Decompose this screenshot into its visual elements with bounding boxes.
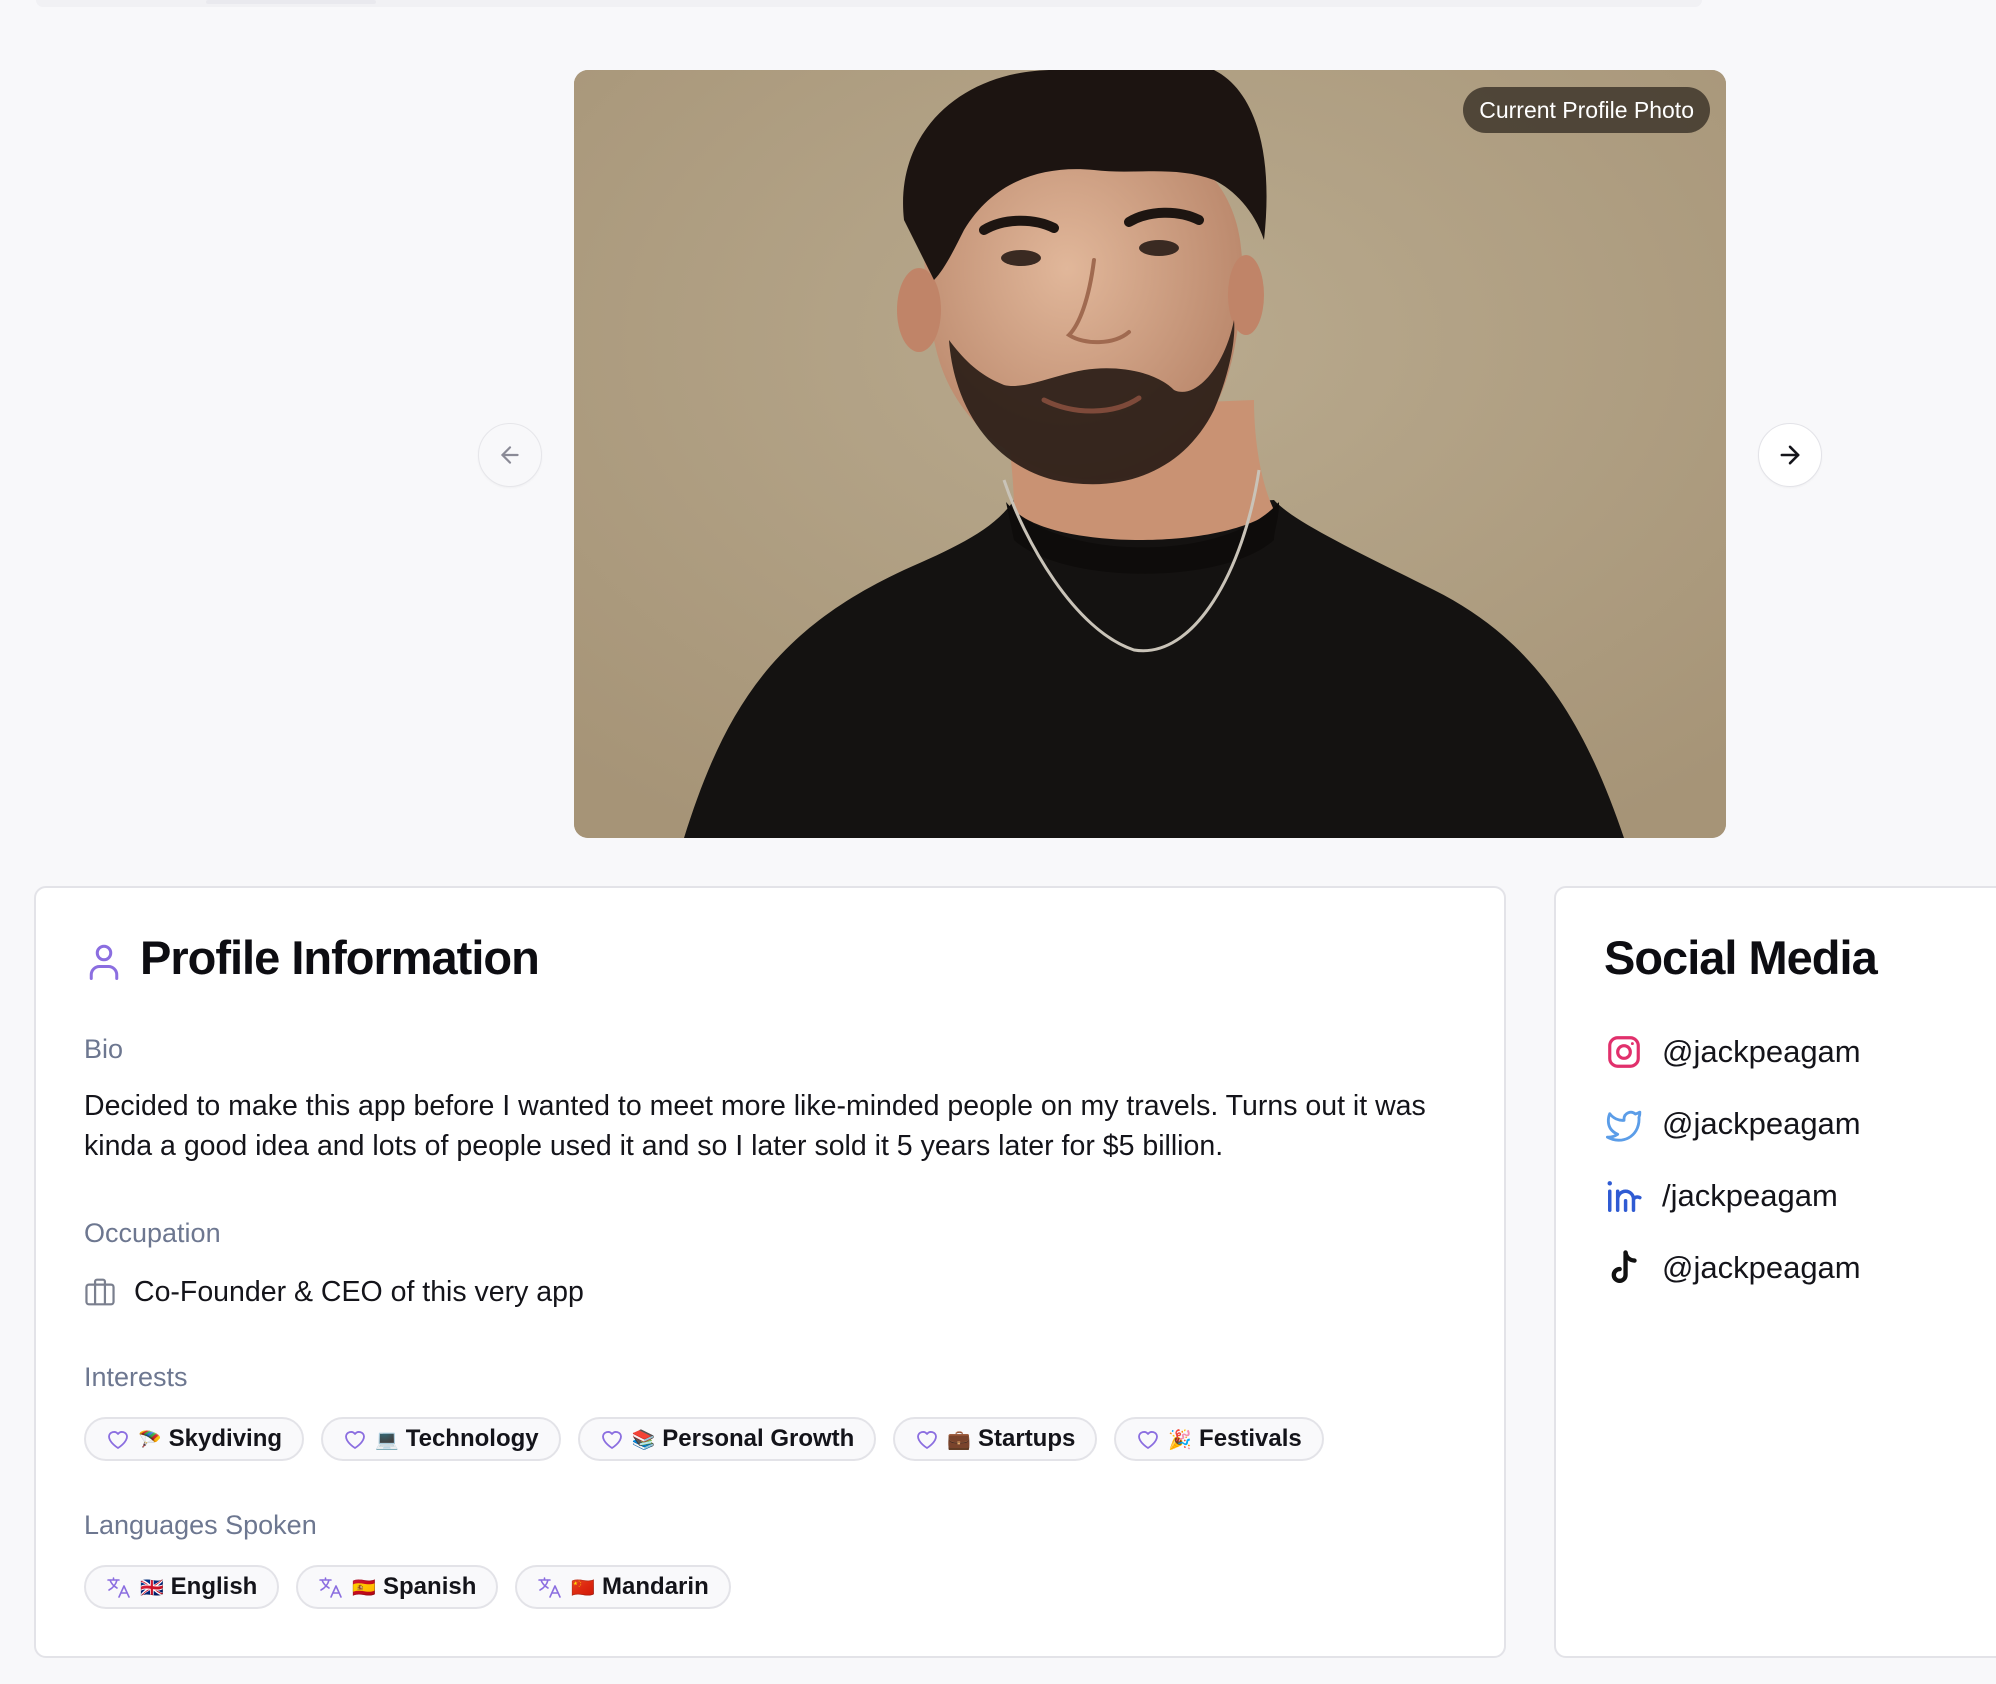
language-chip[interactable]: 🇬🇧 English: [84, 1565, 280, 1609]
social-item-tiktok[interactable]: @jackpeagam: [1604, 1246, 1861, 1290]
social-media-card: Social Media @jackpeagam @jackpeagam /ja…: [1554, 886, 1996, 1658]
tiktok-icon: [1604, 1248, 1644, 1288]
arrow-left-icon: [501, 446, 519, 464]
profile-information-title: Profile Information: [140, 931, 540, 984]
profile-photo-image: [574, 70, 1726, 838]
interest-label: Festivals: [1199, 1425, 1302, 1452]
uk-flag-icon: 🇬🇧: [140, 1576, 164, 1599]
twitter-handle: @jackpeagam: [1662, 1106, 1861, 1141]
language-label: English: [170, 1573, 258, 1600]
bio-label: Bio: [84, 1034, 124, 1064]
interest-label: Personal Growth: [662, 1425, 855, 1452]
interest-chip[interactable]: 🪂 Skydiving: [84, 1417, 305, 1461]
interest-label: Skydiving: [168, 1425, 283, 1452]
translate-icon: [318, 1575, 344, 1599]
heart-icon: [106, 1428, 130, 1450]
languages-list: 🇬🇧 English 🇪🇸 Spanish 🇨🇳 Mandarin: [84, 1565, 748, 1609]
heart-icon: [600, 1428, 624, 1450]
social-media-title: Social Media: [1604, 931, 1878, 984]
interest-chip[interactable]: 🎉 Festivals: [1114, 1417, 1324, 1461]
profile-information-card: Profile Information Bio Decided to make …: [34, 886, 1506, 1658]
tiktok-handle: @jackpeagam: [1662, 1250, 1861, 1285]
linkedin-handle: /jackpeagam: [1662, 1178, 1838, 1213]
interests-label: Interests: [84, 1362, 188, 1392]
party-popper-icon: 🎉: [1168, 1428, 1193, 1451]
language-label: Mandarin: [602, 1573, 709, 1600]
language-chip[interactable]: 🇨🇳 Mandarin: [515, 1565, 731, 1609]
china-flag-icon: 🇨🇳: [571, 1576, 596, 1599]
next-photo-button[interactable]: [1758, 423, 1822, 487]
language-label: Spanish: [383, 1573, 477, 1600]
occupation-label: Occupation: [84, 1218, 221, 1248]
languages-label: Languages Spoken: [84, 1510, 317, 1540]
twitter-icon: [1604, 1104, 1644, 1144]
parachute-icon: 🪂: [138, 1428, 162, 1451]
user-icon: [86, 942, 122, 987]
interest-chip[interactable]: 📚 Personal Growth: [577, 1417, 877, 1461]
laptop-icon: 💻: [375, 1428, 399, 1451]
briefcase-icon: [85, 1278, 115, 1306]
interest-label: Technology: [405, 1425, 539, 1452]
social-item-instagram[interactable]: @jackpeagam: [1604, 1030, 1861, 1074]
translate-icon: [106, 1575, 132, 1599]
language-chip[interactable]: 🇪🇸 Spanish: [296, 1565, 499, 1609]
interest-chip[interactable]: 💻 Technology: [321, 1417, 561, 1461]
occupation-text: Co-Founder & CEO of this very app: [134, 1275, 584, 1308]
translate-icon: [537, 1575, 563, 1599]
briefcase-emoji-icon: 💼: [947, 1428, 971, 1451]
heart-icon: [343, 1428, 367, 1450]
current-photo-badge: Current Profile Photo: [1463, 87, 1710, 133]
interest-chip[interactable]: 💼 Startups: [893, 1417, 1098, 1461]
bio-text: Decided to make this app before I wanted…: [84, 1090, 1426, 1162]
books-icon: 📚: [631, 1428, 656, 1451]
interests-list: 🪂 Skydiving 💻 Technology 📚 Personal Grow…: [84, 1417, 1341, 1461]
profile-photo: Current Profile Photo: [574, 70, 1726, 838]
heart-icon: [915, 1428, 939, 1450]
arrow-right-icon: [1780, 445, 1800, 465]
social-item-twitter[interactable]: @jackpeagam: [1604, 1102, 1861, 1146]
instagram-icon: [1604, 1032, 1644, 1072]
social-item-linkedin[interactable]: /jackpeagam: [1604, 1174, 1861, 1218]
interest-label: Startups: [978, 1425, 1076, 1452]
heart-icon: [1136, 1428, 1160, 1450]
linkedin-icon: [1604, 1176, 1644, 1216]
social-media-list: @jackpeagam @jackpeagam /jackpeagam @jac…: [1604, 1030, 1861, 1318]
previous-photo-button[interactable]: [478, 423, 542, 487]
spain-flag-icon: 🇪🇸: [352, 1576, 377, 1599]
occupation-row: Co-Founder & CEO of this very app: [84, 1272, 584, 1312]
instagram-handle: @jackpeagam: [1662, 1034, 1861, 1069]
photo-carousel: Current Profile Photo: [0, 0, 1996, 860]
